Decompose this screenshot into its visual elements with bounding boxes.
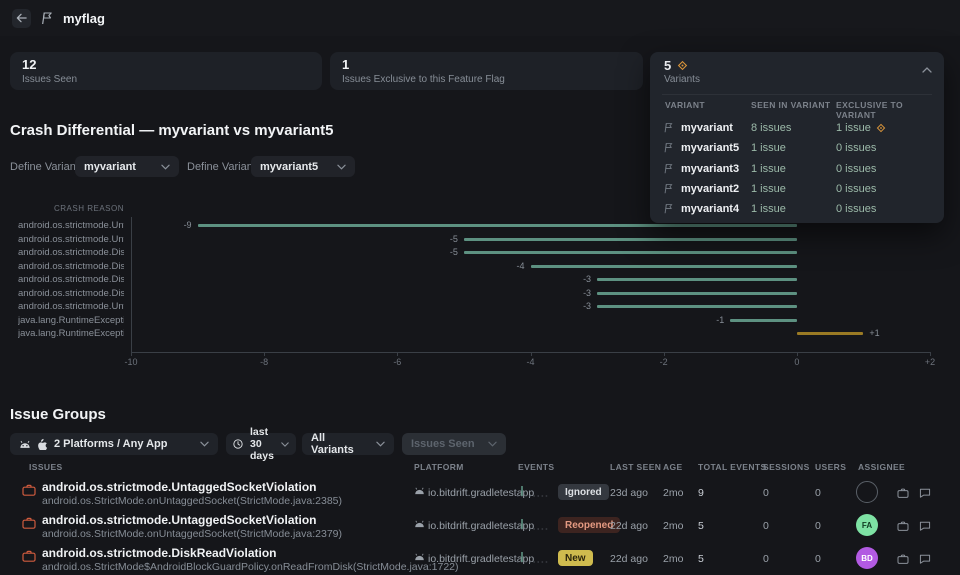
- app-root: myflag 12 Issues Seen 1 Issues Exclusive…: [0, 0, 960, 575]
- chart-category-label: android.os.strictmode.Untag…: [18, 220, 124, 231]
- x-tick-label: -6: [393, 357, 402, 367]
- chart-value-label: -3: [583, 287, 592, 298]
- chart-value-label: -4: [516, 260, 525, 271]
- chart-value-label: -3: [583, 274, 592, 284]
- x-tick: [397, 352, 399, 356]
- x-tick-label: -4: [526, 357, 535, 367]
- chart-bar: [597, 291, 797, 295]
- variant-row: myvariant4 1 issue 0 issues: [650, 200, 944, 218]
- x-tick: [530, 352, 532, 356]
- exclusive-to-variant-link[interactable]: 0 issues: [836, 183, 876, 195]
- variants-count: 5: [664, 58, 688, 73]
- column-header-seen: SEEN IN VARIANT: [751, 100, 831, 110]
- chart-bar: [530, 264, 797, 268]
- variant-name: myvariant4: [681, 203, 740, 216]
- x-tick: [663, 352, 665, 356]
- chart-axis-title: CRASH REASON: [53, 204, 124, 213]
- x-tick-label: -2: [659, 357, 668, 367]
- exclusive-to-variant-link[interactable]: 1 issue: [836, 122, 886, 134]
- flag-icon: [663, 122, 674, 133]
- column-header-variant: VARIANT: [665, 100, 705, 110]
- variant-row: myvariant2 1 issue 0 issues: [650, 180, 944, 198]
- chart-category-label: android.os.strictmode.DiskR…: [18, 274, 124, 285]
- variant-name: myvariant3: [681, 162, 740, 175]
- x-tick-label: 0: [794, 357, 800, 367]
- diamond-icon: [677, 60, 688, 71]
- chart-category-label: android.os.strictmode.DiskR…: [18, 247, 124, 258]
- collapse-panel-button[interactable]: [922, 61, 932, 76]
- chart-value-label: +1: [869, 328, 880, 338]
- exclusive-to-variant-link[interactable]: 0 issues: [836, 142, 876, 154]
- x-tick: [131, 352, 132, 356]
- chart-category-label: android.os.strictmode.Untag…: [18, 301, 124, 312]
- chart-category-label: java.lang.RuntimeException…: [18, 314, 124, 326]
- variant-row: myvariant3 1 issue 0 issues: [650, 160, 944, 178]
- variant-name: myvariant2: [681, 182, 740, 195]
- exclusive-to-variant-link[interactable]: 0 issues: [836, 163, 876, 175]
- flag-icon: [663, 142, 674, 153]
- chart-bar: [197, 224, 797, 227]
- chart-category-label: android.os.strictmode.DiskR…: [18, 287, 124, 299]
- variant-row: myvariant 8 issues 1 issue: [650, 119, 944, 137]
- flag-icon: [663, 203, 674, 214]
- chart-bar: [796, 332, 864, 335]
- variant-row: myvariant5 1 issue 0 issues: [650, 139, 944, 157]
- chart-value-label: -5: [449, 233, 458, 244]
- chart-bar: [597, 305, 797, 308]
- chart-category-label: android.os.strictmode.DiskR…: [18, 260, 124, 272]
- chart-value-label: -3: [583, 301, 592, 311]
- x-tick-label: -8: [260, 357, 269, 367]
- variant-name: myvariant: [681, 122, 733, 134]
- exclusive-to-variant-link[interactable]: 0 issues: [836, 203, 876, 215]
- chevron-up-icon: [922, 67, 932, 73]
- x-tick: [264, 352, 266, 356]
- flag-icon: [663, 163, 674, 174]
- variant-name: myvariant5: [681, 142, 740, 155]
- x-tick-label: -10: [124, 357, 138, 367]
- divider: [662, 94, 932, 95]
- variants-panel: 5 Variants VARIANT SEEN IN VARIANT EXCLU…: [650, 52, 944, 223]
- flag-icon: [663, 183, 674, 194]
- column-header-exclusive: EXCLUSIVE TO VARIANT: [836, 100, 903, 120]
- x-tick: [930, 352, 931, 356]
- seen-in-variant-link[interactable]: 1 issue: [751, 183, 786, 195]
- chart-category-label: android.os.strictmode.Untag…: [18, 233, 124, 245]
- chart-value-label: -5: [449, 247, 458, 257]
- chart-bar: [730, 318, 797, 322]
- chart-bar: [463, 251, 797, 254]
- seen-in-variant-link[interactable]: 8 issues: [751, 122, 791, 134]
- seen-in-variant-link[interactable]: 1 issue: [751, 142, 786, 154]
- chart-value-label: -9: [183, 220, 192, 230]
- chart-bar: [597, 278, 797, 281]
- diamond-icon: [876, 123, 886, 133]
- chart-bar: [463, 237, 797, 241]
- chart-value-label: -1: [716, 314, 725, 325]
- x-tick-label: +2: [924, 357, 936, 367]
- seen-in-variant-link[interactable]: 1 issue: [751, 203, 786, 215]
- chart-category-label: java.lang.RuntimeException…: [18, 328, 124, 339]
- x-tick: [796, 352, 798, 356]
- seen-in-variant-link[interactable]: 1 issue: [751, 163, 786, 175]
- variants-label: Variants: [664, 74, 700, 85]
- y-axis-line: [131, 217, 132, 352]
